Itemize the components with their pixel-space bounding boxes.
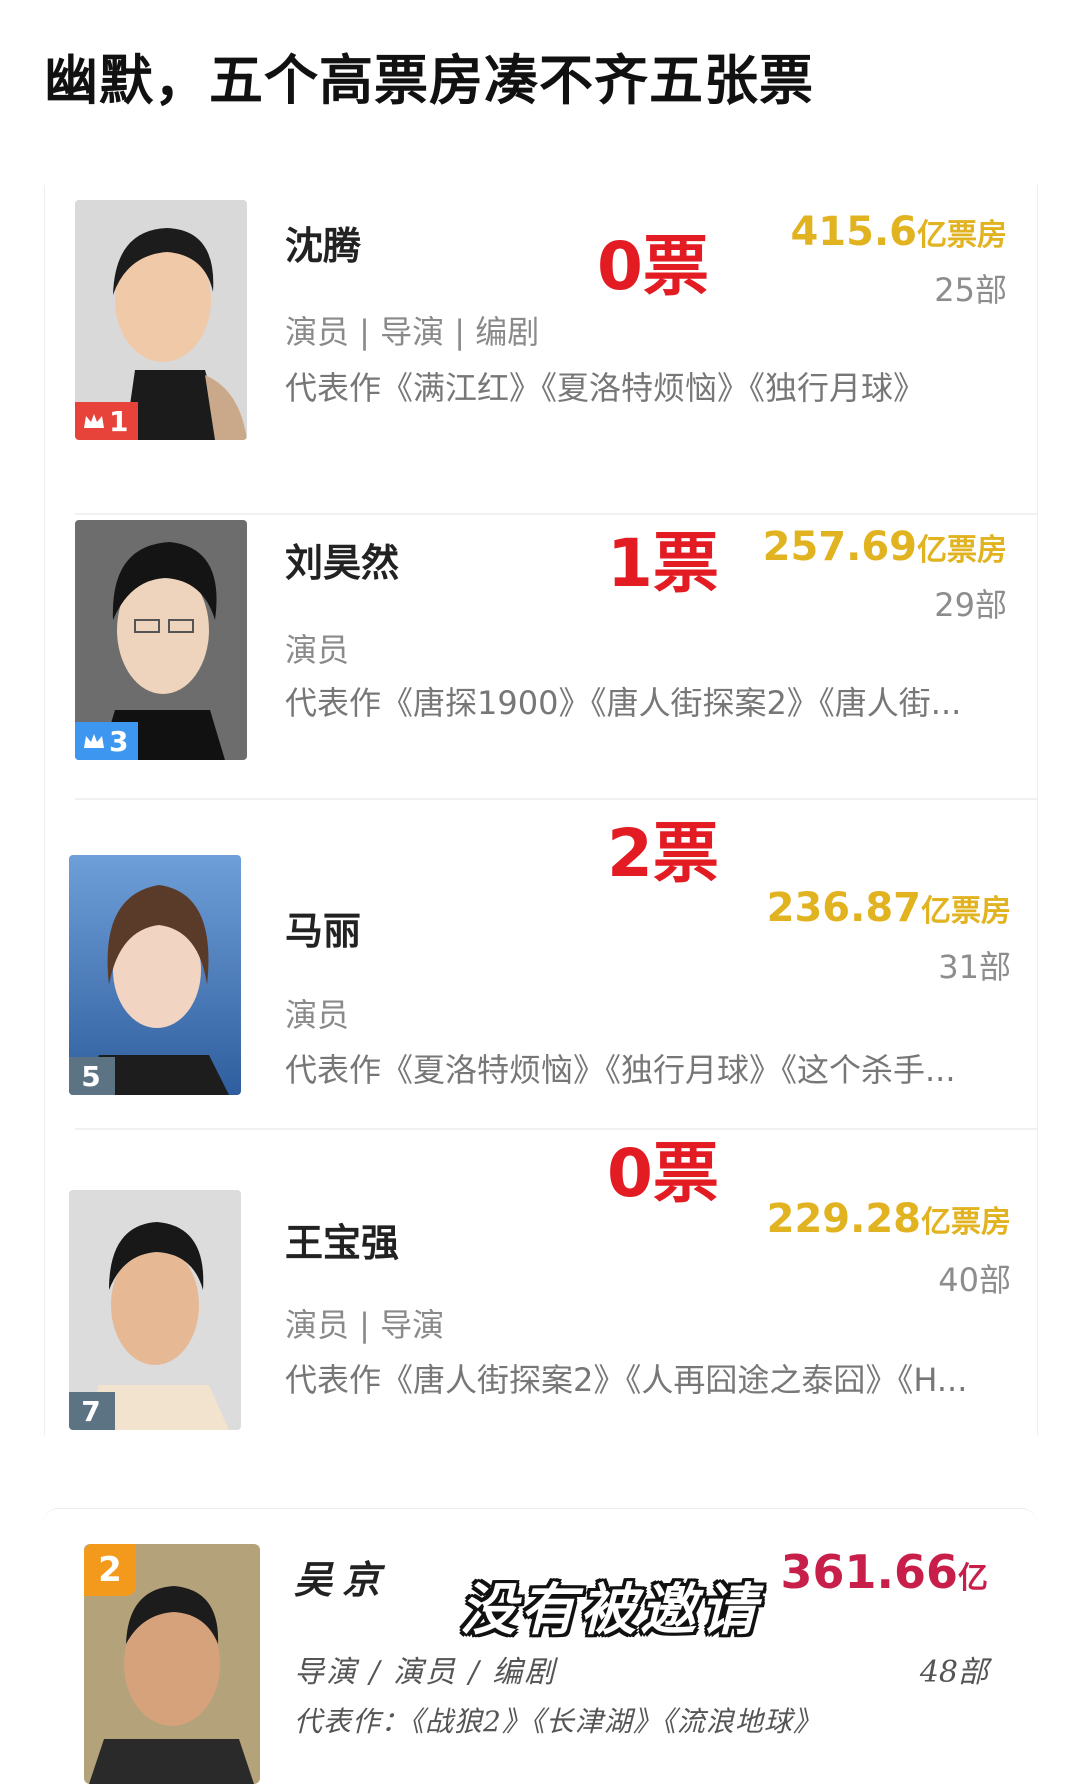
representative-works: 代表作《满江红》《夏洛特烦恼》《独行月球》 (285, 369, 926, 407)
ranking-card[interactable]: 1 沈腾 0票 415.6亿票房 25部 演员 | 导演 | 编剧 代表作《满江… (45, 185, 1037, 515)
roles: 演员 | 导演 (285, 1306, 445, 1344)
actor-name: 王宝强 (285, 1221, 400, 1265)
actor-name: 吴京 (294, 1557, 391, 1602)
crown-icon (84, 414, 104, 428)
rank-badge: 1 (75, 402, 139, 440)
actor-name: 沈腾 (285, 224, 362, 268)
representative-works: 代表作《夏洛特烦恼》《独行月球》《这个杀手... (285, 1051, 956, 1089)
actor-name: 马丽 (285, 909, 362, 953)
vote-count: 1票 (607, 525, 719, 602)
representative-works: 代表作：《战狼2》《长津湖》《流浪地球》 (294, 1705, 822, 1738)
avatar: 5 (69, 855, 241, 1095)
film-count: 48部 (919, 1655, 988, 1690)
rank-badge: 5 (69, 1057, 115, 1095)
film-count: 31部 (938, 948, 1011, 986)
avatar: 7 (69, 1190, 241, 1430)
roles: 演员 (285, 631, 350, 669)
rank-badge: 3 (75, 722, 139, 760)
box-office: 361.66亿 (780, 1545, 988, 1599)
film-count: 25部 (934, 271, 1007, 309)
representative-works: 代表作《唐探1900》《唐人街探案2》《唐人街... (285, 684, 962, 722)
avatar: 3 (75, 520, 247, 760)
not-invited-caption: 没有被邀请 (460, 1577, 760, 1643)
roles: 演员 (285, 996, 350, 1034)
roles: 演员 | 导演 | 编剧 (285, 313, 540, 351)
film-count: 29部 (934, 586, 1007, 624)
ranking-card[interactable]: 5 马丽 2票 236.87亿票房 31部 演员 代表作《夏洛特烦恼》《独行月球… (45, 800, 1037, 1130)
crown-icon (84, 734, 104, 748)
box-office: 415.6亿票房 (790, 209, 1007, 255)
vote-count: 0票 (597, 228, 709, 305)
box-office: 229.28亿票房 (766, 1196, 1011, 1242)
ranking-card[interactable]: 7 王宝强 0票 229.28亿票房 40部 演员 | 导演 代表作《唐人街探案… (45, 1120, 1037, 1435)
ranking-list: 1 沈腾 0票 415.6亿票房 25部 演员 | 导演 | 编剧 代表作《满江… (44, 185, 1038, 1435)
roles: 导演 / 演员 / 编剧 (294, 1655, 557, 1690)
film-count: 40部 (938, 1261, 1011, 1299)
avatar: 1 (75, 200, 247, 440)
ranking-card[interactable]: 3 刘昊然 1票 257.69亿票房 29部 演员 代表作《唐探1900》《唐人… (45, 470, 1037, 800)
rank-badge: 7 (69, 1392, 115, 1430)
vote-count: 2票 (607, 815, 719, 892)
box-office: 257.69亿票房 (762, 524, 1007, 570)
actor-name: 刘昊然 (285, 541, 400, 585)
vote-count: 0票 (607, 1135, 719, 1212)
wujing-card[interactable]: 2 吴京 361.66亿 导演 / 演员 / 编剧 48部 代表作：《战狼2》《… (44, 1508, 1036, 1784)
rank-badge: 2 (84, 1544, 136, 1596)
headline: 幽默，五个高票房凑不齐五张票 (44, 49, 814, 112)
representative-works: 代表作《唐人街探案2》《人再囧途之泰囧》《H... (285, 1361, 968, 1399)
box-office: 236.87亿票房 (766, 885, 1011, 931)
